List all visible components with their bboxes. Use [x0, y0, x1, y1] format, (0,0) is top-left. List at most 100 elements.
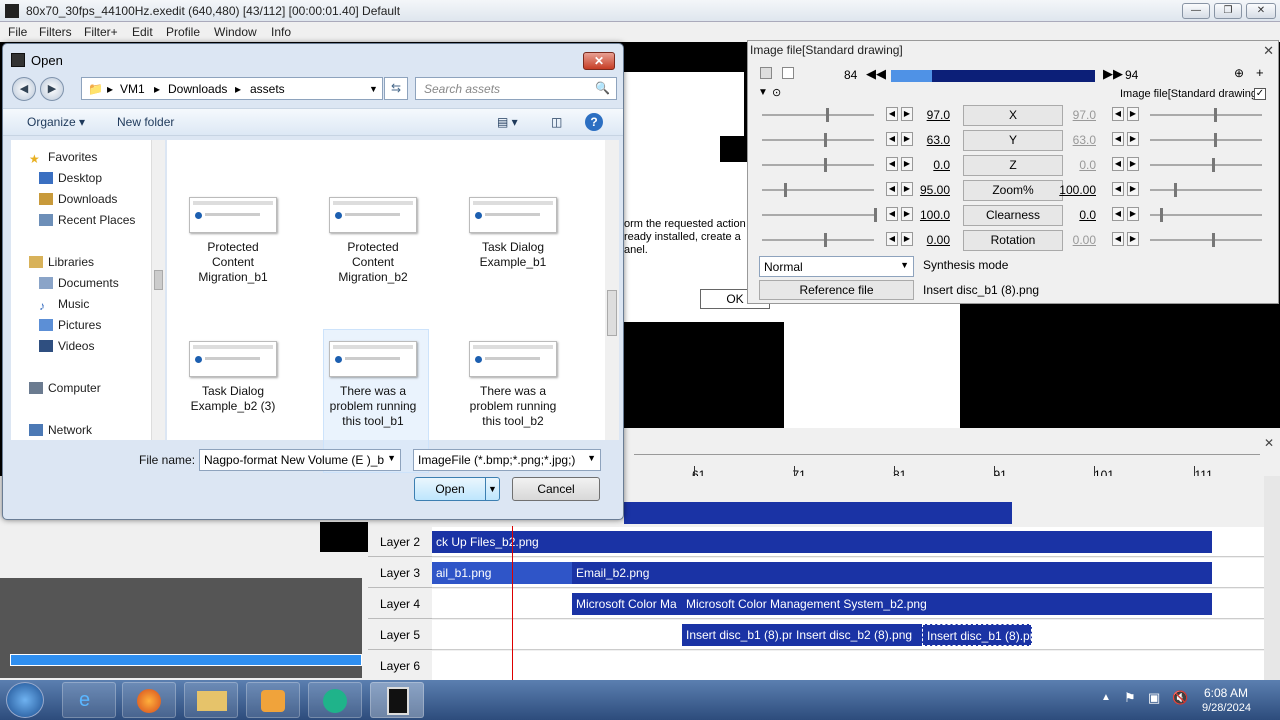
param-slider-track[interactable] [762, 214, 874, 216]
explorer-icon[interactable] [184, 682, 238, 718]
app-icon-green[interactable] [308, 682, 362, 718]
nav-network[interactable]: Network [29, 423, 92, 437]
param-slider-track[interactable] [1150, 139, 1262, 141]
nav-videos[interactable]: Videos [39, 339, 94, 353]
param-slider-track[interactable] [762, 189, 874, 191]
network-tray-icon[interactable]: ▣ [1148, 690, 1160, 706]
timeline-clip[interactable]: Microsoft Color Ma [572, 593, 682, 615]
volume-icon[interactable]: 🔇 [1172, 690, 1188, 706]
param-start-value[interactable]: 0.0 [900, 158, 950, 172]
seek-bar[interactable] [891, 70, 1095, 82]
search-input[interactable]: Search assets 🔍 [415, 77, 617, 100]
nav-documents[interactable]: Documents [39, 276, 119, 290]
param-slider-track[interactable] [762, 139, 874, 141]
param-start-value[interactable]: 100.0 [900, 208, 950, 222]
firefox-icon[interactable] [122, 682, 176, 718]
file-name[interactable]: Task Dialog Example_b2 (3) [178, 384, 288, 414]
param-slider-thumb[interactable] [874, 208, 877, 222]
timeline-scrollbar[interactable] [1264, 476, 1280, 680]
next-frame-icon[interactable]: ▶▶ [1103, 66, 1123, 82]
param-start-value[interactable]: 97.0 [900, 108, 950, 122]
decrement-icon[interactable]: ◀ [1112, 107, 1124, 121]
increment-icon[interactable]: ▶ [1127, 232, 1139, 246]
nav-pictures[interactable]: Pictures [39, 318, 101, 332]
decrement-icon[interactable]: ◀ [886, 107, 898, 121]
layer-label[interactable]: Layer 6 [368, 651, 432, 681]
decrement-icon[interactable]: ◀ [886, 182, 898, 196]
param-slider-thumb[interactable] [1160, 208, 1163, 222]
minimize-button[interactable]: — [1182, 3, 1210, 19]
param-slider-thumb[interactable] [1174, 183, 1177, 197]
nav-recent-places[interactable]: Recent Places [39, 213, 135, 227]
file-thumbnail[interactable] [189, 341, 277, 377]
file-thumbnail[interactable] [469, 341, 557, 377]
param-end-value[interactable]: 0.00 [1046, 233, 1096, 247]
param-end-value[interactable]: 0.0 [1046, 158, 1096, 172]
nav-computer[interactable]: Computer [29, 381, 101, 395]
file-name[interactable]: Protected Content Migration_b1 [178, 240, 288, 285]
menu-window[interactable]: Window [214, 25, 257, 39]
panel-close-icon[interactable]: ✕ [1263, 43, 1274, 59]
param-slider-thumb[interactable] [1214, 108, 1217, 122]
increment-icon[interactable]: ▶ [1127, 107, 1139, 121]
panel-icon-b[interactable] [782, 67, 794, 79]
panel-icon-a[interactable] [760, 67, 772, 79]
decrement-icon[interactable]: ◀ [886, 157, 898, 171]
file-thumbnail[interactable] [189, 197, 277, 233]
layer-label[interactable]: Layer 3 [368, 558, 432, 588]
clock-time[interactable]: 6:08 AM [1204, 686, 1248, 700]
organize-button[interactable]: Organize ▾ [27, 115, 85, 129]
param-slider-track[interactable] [1150, 239, 1262, 241]
timeline-clip[interactable]: ail_b1.png [432, 562, 572, 584]
collapse-icon[interactable]: ▼ [758, 87, 768, 98]
forward-icon[interactable]: ▶ [40, 77, 64, 101]
lock-icon[interactable]: ⊙ [772, 86, 781, 99]
decrement-icon[interactable]: ◀ [1112, 182, 1124, 196]
param-end-value[interactable]: 0.0 [1046, 208, 1096, 222]
prev-frame-icon[interactable]: ◀◀ [866, 66, 886, 82]
decrement-icon[interactable]: ◀ [886, 207, 898, 221]
timeline-clip[interactable]: Email_b2.png [572, 562, 1212, 584]
nav-downloads[interactable]: Downloads [39, 192, 117, 206]
breadcrumb-item[interactable]: VM1 [120, 82, 145, 96]
nav-favorites[interactable]: ★ Favorites [29, 150, 97, 166]
media-player-icon[interactable] [246, 682, 300, 718]
close-app-button[interactable]: ✕ [1246, 3, 1276, 19]
timeline-close-icon[interactable]: ✕ [1264, 436, 1274, 450]
refresh-icon[interactable]: ⇆ [384, 77, 408, 100]
dialog-close-button[interactable]: ✕ [583, 52, 615, 70]
menu-file[interactable]: File [8, 25, 27, 39]
layer-track[interactable] [432, 651, 1264, 681]
timeline-clip[interactable]: Insert disc_b1 (8).pn [922, 624, 1032, 646]
layer-track[interactable]: ck Up Files_b2.png [432, 527, 1264, 557]
param-slider-track[interactable] [1150, 114, 1262, 116]
help-icon[interactable]: ? [585, 113, 603, 131]
tray-expand-icon[interactable]: ▲ [1101, 692, 1111, 703]
nav-libraries[interactable]: Libraries [29, 255, 94, 269]
increment-icon[interactable]: ▶ [1127, 157, 1139, 171]
decrement-icon[interactable]: ◀ [886, 132, 898, 146]
cancel-button[interactable]: Cancel [512, 477, 600, 501]
view-icon[interactable]: ▤ ▾ [497, 115, 518, 129]
param-slider-thumb[interactable] [824, 233, 827, 247]
nav-music[interactable]: ♪ Music [39, 297, 89, 313]
menu-profile[interactable]: Profile [166, 25, 200, 39]
timeline-clip[interactable]: Insert disc_b2 (8).png [792, 624, 922, 646]
layer-label[interactable]: Layer 2 [368, 527, 432, 557]
param-slider-track[interactable] [1150, 214, 1262, 216]
param-slider-thumb[interactable] [824, 158, 827, 172]
maximize-button[interactable]: ❐ [1214, 3, 1242, 19]
address-bar[interactable]: 📁 ▸ VM1 ▸ Downloads ▸ assets ▼ [81, 77, 383, 100]
menu-info[interactable]: Info [271, 25, 291, 39]
layer-track[interactable]: Microsoft Color Ma Microsoft Color Manage… [432, 589, 1264, 619]
layer-label[interactable]: Layer 4 [368, 589, 432, 619]
param-slider-thumb[interactable] [824, 133, 827, 147]
breadcrumb-item[interactable]: assets [250, 82, 285, 96]
param-slider-track[interactable] [1150, 189, 1262, 191]
file-name[interactable]: There was a problem running this tool_b2 [458, 384, 568, 429]
file-scroll-thumb[interactable] [607, 290, 617, 336]
param-start-value[interactable]: 0.00 [900, 233, 950, 247]
decrement-icon[interactable]: ◀ [1112, 157, 1124, 171]
timeline-clip[interactable]: Microsoft Color Management System_b2.png [682, 593, 1212, 615]
filetype-select[interactable]: ImageFile (*.bmp;*.png;*.jpg;) ▼ [413, 449, 601, 471]
